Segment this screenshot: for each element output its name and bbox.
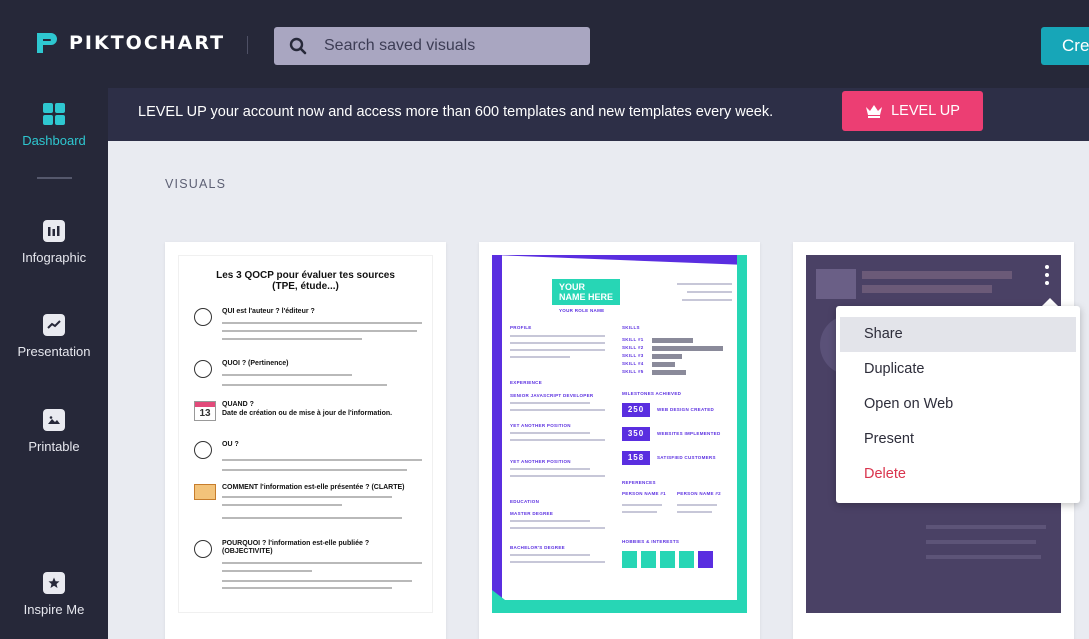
piktochart-logo-icon (37, 33, 57, 53)
sidebar-item-infographic[interactable]: Infographic (0, 220, 108, 265)
milestone-value: 158 (622, 451, 650, 465)
card-context-menu: Share Duplicate Open on Web Present Dele… (836, 306, 1080, 503)
skill-bar (652, 369, 686, 375)
skill-label: SKILL #5 (622, 369, 644, 374)
sidebar-item-label: Dashboard (22, 133, 86, 148)
menu-item-open-on-web[interactable]: Open on Web (836, 387, 1080, 422)
milestone-label: WEBSITES IMPLEMENTED (657, 431, 721, 436)
milestone-label: WEB DESIGN CREATED (657, 407, 715, 412)
visuals-section-title: VISUALS (165, 177, 227, 191)
sidebar-item-label: Inspire Me (23, 602, 85, 617)
grid-icon (43, 103, 65, 125)
sidebar-item-label: Infographic (21, 250, 87, 265)
sidebar-item-label: Presentation (17, 344, 91, 359)
search-icon[interactable] (282, 27, 314, 65)
magnifier-icon (194, 360, 212, 378)
board-icon (194, 484, 216, 500)
piktochart-logo[interactable]: PIKTOCHART (34, 30, 225, 56)
menu-item-duplicate[interactable]: Duplicate (836, 352, 1080, 387)
sidebar-item-inspire-me[interactable]: Inspire Me (0, 572, 108, 617)
skill-bar (652, 337, 693, 343)
logo-divider (247, 36, 248, 54)
skill-label: SKILL #3 (622, 353, 644, 358)
more-options-icon[interactable] (1044, 265, 1050, 289)
milestone-value: 350 (622, 427, 650, 441)
star-icon (43, 572, 65, 594)
top-bar: PIKTOCHART Cre (0, 0, 1089, 88)
skill-bar (652, 345, 723, 351)
create-button[interactable]: Cre (1041, 27, 1089, 65)
visual-card-2[interactable]: YOUR NAME HERE YOUR ROLE NAME PROFILE SKI… (479, 242, 760, 639)
skill-label: SKILL #2 (622, 345, 644, 350)
skill-label: SKILL #1 (622, 337, 644, 342)
menu-item-share[interactable]: Share (840, 317, 1076, 352)
presentation-icon (43, 314, 65, 336)
menu-caret (1042, 298, 1058, 306)
skill-label: SKILL #4 (622, 361, 644, 366)
sidebar-item-printable[interactable]: Printable (0, 409, 108, 454)
menu-item-present[interactable]: Present (836, 422, 1080, 457)
milestone-label: SATISFIED CUSTOMERS (657, 455, 716, 460)
sidebar: Dashboard Infographic Presentation Print… (0, 88, 108, 639)
infographic-icon (43, 220, 65, 242)
skill-bar (652, 361, 675, 367)
calendar-icon: 13 (194, 401, 216, 421)
level-up-label: LEVEL UP (891, 103, 960, 119)
sidebar-item-presentation[interactable]: Presentation (0, 314, 108, 359)
target-icon (194, 540, 212, 558)
skill-bar (652, 353, 682, 359)
crown-icon (866, 105, 883, 118)
visual-thumbnail[interactable]: YOUR NAME HERE YOUR ROLE NAME PROFILE SKI… (492, 255, 747, 613)
search-input[interactable] (324, 37, 584, 55)
sidebar-item-dashboard[interactable]: Dashboard (0, 103, 108, 148)
doc-title: Les 3 QOCP pour évaluer tes sources (TPE,… (216, 270, 395, 292)
person-icon (194, 308, 212, 326)
globe-icon (194, 441, 212, 459)
visual-card-1[interactable]: Les 3 QOCP pour évaluer tes sources (TPE,… (165, 242, 446, 639)
hobby-icons (622, 551, 713, 568)
upgrade-banner: LEVEL UP your account now and access mor… (108, 88, 1089, 141)
visual-thumbnail[interactable]: Les 3 QOCP pour évaluer tes sources (TPE,… (178, 255, 433, 613)
milestone-value: 250 (622, 403, 650, 417)
menu-item-delete[interactable]: Delete (836, 457, 1080, 492)
level-up-button[interactable]: LEVEL UP (842, 91, 983, 131)
resume-name-box: YOUR NAME HERE (552, 279, 620, 305)
sidebar-item-label: Printable (28, 439, 80, 454)
logo-text: PIKTOCHART (69, 32, 226, 54)
banner-text: LEVEL UP your account now and access mor… (138, 104, 774, 120)
printable-icon (43, 409, 65, 431)
sidebar-divider (37, 177, 72, 179)
search-box[interactable] (274, 27, 590, 65)
